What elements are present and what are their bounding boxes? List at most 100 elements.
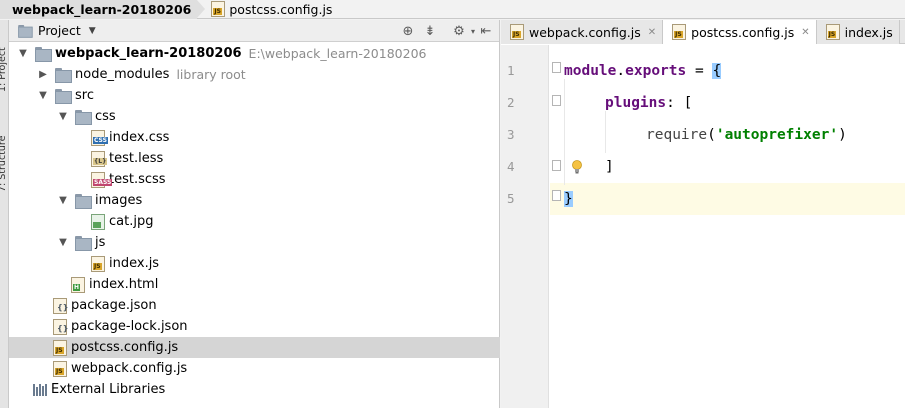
tree-item-package-json[interactable]: {} package.json [9, 295, 500, 316]
tree-item-test-scss[interactable]: SASS test.scss [9, 169, 500, 190]
line-number: 3 [507, 127, 515, 142]
lightbulb-icon[interactable] [572, 160, 582, 174]
tree-item-label: test.less [109, 151, 164, 166]
tree-item-postcss-config-js[interactable]: JS postcss.config.js [9, 337, 500, 358]
tree-item-css[interactable]: ▼ css [9, 106, 500, 127]
js-file-icon: JS [91, 255, 105, 272]
fold-marker-icon[interactable] [552, 95, 561, 106]
breadcrumb-file-label: postcss.config.js [229, 1, 333, 17]
html-file-icon: H [71, 276, 85, 293]
tree-item-index-js[interactable]: JS index.js [9, 253, 500, 274]
tab-postcss-config-js[interactable]: JS postcss.config.js ✕ [663, 20, 817, 44]
js-file-icon: JS [510, 24, 524, 40]
project-view-selector[interactable]: Project ▼ [9, 20, 96, 42]
close-icon[interactable]: ✕ [801, 27, 809, 38]
code-token-require: require [646, 127, 708, 143]
chevron-down-icon[interactable]: ▼ [57, 111, 69, 122]
line-number: 2 [507, 95, 515, 110]
code-token-string: 'autoprefixer' [715, 127, 839, 143]
image-file-icon [91, 213, 105, 230]
tree-item-label: images [95, 193, 143, 208]
project-panel: Project ▼ ⊕ ⇟ ⚙ ▾ ⇤ ▼ webpack_learn-2018… [9, 20, 500, 408]
code-token-exports: exports [625, 63, 687, 79]
js-file-icon: JS [53, 360, 67, 377]
tree-item-hint: library root [176, 67, 246, 82]
sass-file-icon: SASS [91, 171, 113, 188]
code-token-plugins: plugins [605, 95, 667, 111]
collapse-all-icon[interactable]: ⇟ [422, 23, 438, 39]
tree-item-project-root[interactable]: ▼ webpack_learn-20180206 E:\webpack_lear… [9, 43, 500, 64]
chevron-down-icon[interactable]: ▼ [57, 237, 69, 248]
tree-item-label: webpack.config.js [71, 361, 188, 376]
fold-marker-icon[interactable] [552, 160, 561, 171]
tree-item-label: src [75, 88, 94, 103]
folder-icon [75, 110, 92, 125]
breadcrumb-file[interactable]: JS postcss.config.js [197, 0, 338, 19]
tab-label: index.js [844, 24, 893, 40]
close-icon[interactable]: ✕ [648, 27, 656, 38]
folder-icon [75, 236, 92, 251]
tree-item-label: test.scss [109, 172, 166, 187]
tab-label: webpack.config.js [529, 24, 641, 40]
code-area[interactable]: module.exports = { plugins: [ require('a… [550, 45, 905, 408]
json-file-icon: {} [53, 318, 68, 335]
code-token-assign: = [686, 63, 713, 79]
libraries-icon [33, 383, 47, 396]
tree-item-label: index.js [109, 256, 160, 271]
tree-item-test-less[interactable]: {L} test.less [9, 148, 500, 169]
editor-panel: JS webpack.config.js ✕ JS postcss.config… [501, 20, 905, 408]
code-line-3: require('autoprefixer') [550, 119, 905, 151]
tree-item-images[interactable]: ▼ images [9, 190, 500, 211]
left-tool-strip: 1: Project 7: Structure [0, 20, 9, 408]
less-file-icon: {L} [91, 150, 108, 167]
tree-item-label: External Libraries [51, 382, 166, 397]
code-token-colon-bracket: : [ [666, 95, 693, 111]
breadcrumb-project[interactable]: webpack_learn-20180206 [0, 0, 206, 19]
line-number: 5 [507, 191, 515, 206]
code-token-close-paren: ) [838, 127, 847, 143]
code-line-4: ] [550, 151, 905, 183]
chevron-down-icon[interactable]: ▼ [57, 195, 69, 206]
tab-index-js[interactable]: JS index.js [816, 20, 900, 44]
fold-marker-icon[interactable] [552, 62, 561, 73]
tree-item-node-modules[interactable]: ▶ node_modules library root [9, 64, 500, 85]
chevron-down-icon[interactable]: ▼ [37, 90, 49, 101]
project-tool-tab[interactable]: 1: Project [0, 22, 8, 92]
tree-item-label: package-lock.json [71, 319, 188, 334]
tree-item-cat-jpg[interactable]: cat.jpg [9, 211, 500, 232]
folder-icon [75, 194, 92, 209]
tree-item-label: webpack_learn-20180206 [55, 46, 242, 61]
folder-icon [55, 68, 72, 83]
line-number: 4 [507, 159, 515, 174]
tree-item-label: package.json [71, 298, 157, 313]
tree-item-label: js [95, 235, 106, 250]
tree-item-package-lock-json[interactable]: {} package-lock.json [9, 316, 500, 337]
chevron-down-icon[interactable]: ▼ [17, 48, 29, 59]
code-token-open-paren: ( [707, 127, 716, 143]
tree-item-label: cat.jpg [109, 214, 154, 229]
code-token-close-bracket: ] [605, 159, 614, 175]
tree-item-label: index.html [89, 277, 159, 292]
tree-item-external-libraries[interactable]: External Libraries [9, 379, 500, 400]
tab-webpack-config-js[interactable]: JS webpack.config.js ✕ [501, 20, 664, 44]
tree-item-label: postcss.config.js [71, 340, 179, 355]
structure-tool-tab[interactable]: 7: Structure [0, 112, 8, 192]
folder-icon [55, 89, 72, 104]
tree-item-index-css[interactable]: CSS index.css [9, 127, 500, 148]
project-panel-header: Project ▼ ⊕ ⇟ ⚙ ▾ ⇤ [9, 20, 499, 42]
code-line-5: } [550, 183, 905, 215]
chevron-down-icon: ▼ [88, 25, 96, 36]
code-token-open-brace: { [712, 63, 722, 79]
fold-marker-icon[interactable] [552, 190, 561, 201]
tree-item-js[interactable]: ▼ js [9, 232, 500, 253]
tree-item-webpack-config-js[interactable]: JS webpack.config.js [9, 358, 500, 379]
hide-panel-icon[interactable]: ⇤ [478, 23, 494, 39]
editor-gutter: 1 2 3 4 5 [501, 45, 549, 408]
scroll-from-source-icon[interactable]: ⊕ [400, 23, 416, 39]
code-line-1: module.exports = { [550, 55, 905, 87]
tree-item-path-hint: E:\webpack_learn-20180206 [248, 46, 427, 61]
chevron-right-icon[interactable]: ▶ [37, 69, 49, 80]
tree-item-src[interactable]: ▼ src [9, 85, 500, 106]
line-number: 1 [507, 63, 515, 78]
tree-item-index-html[interactable]: H index.html [9, 274, 500, 295]
